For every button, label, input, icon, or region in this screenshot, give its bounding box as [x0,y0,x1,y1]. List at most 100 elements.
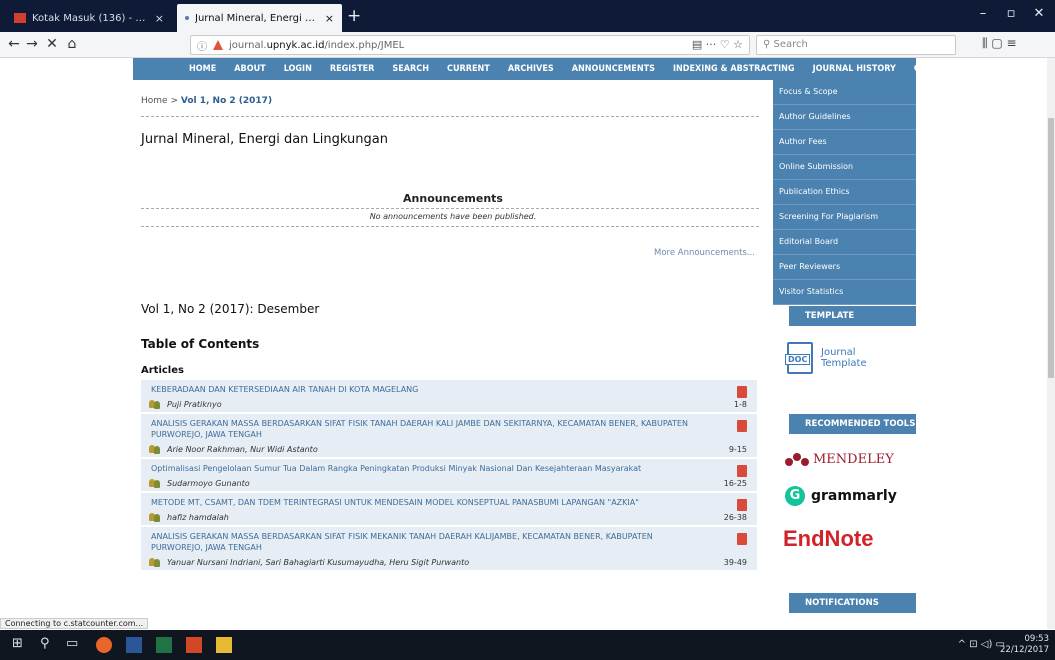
forward-button[interactable]: → [22,34,42,54]
template-heading: TEMPLATE [789,306,916,326]
system-tray[interactable]: ^ ⊡ ◁) ▭ [958,639,1005,650]
endnote-logo[interactable]: EndNote [783,526,873,552]
menu-item-login[interactable]: LOGIN [284,64,312,74]
article-row: METODE MT, CSAMT, DAN TDEM TERINTEGRASI … [141,493,757,527]
tab-title: Kotak Masuk (136) - saribk@gm [32,12,149,24]
article-row: Optimalisasi Pengelolaan Sumur Tua Dalam… [141,459,757,493]
authors-icon [149,478,161,488]
new-tab-button[interactable]: + [347,6,361,26]
menu-item-contact[interactable]: CONTACT [914,64,956,74]
browser-nav-bar: ← → ✕ ⌂ ⓘ journal.upnyk.ac.id/index.php/… [0,32,1055,58]
scrollbar-thumb[interactable] [1048,118,1054,378]
doc-file-icon: DOC [785,342,813,374]
powerpoint-icon[interactable] [186,637,202,653]
file-explorer-icon[interactable] [216,637,232,653]
menu-item-announcements[interactable]: ANNOUNCEMENTS [572,64,655,74]
sidebar-item-editorial-board[interactable]: Editorial Board [773,230,916,255]
breadcrumb-home[interactable]: Home [141,96,168,106]
article-pages: 16-25 [723,478,747,488]
word-icon[interactable] [126,637,142,653]
grammarly-logo[interactable]: G grammarly [785,486,897,506]
menu-item-register[interactable]: REGISTER [330,64,375,74]
page-scrollbar[interactable] [1047,58,1055,629]
menu-item-search[interactable]: SEARCH [392,64,429,74]
search-input[interactable]: ⚲ Search [756,35,956,55]
menu-item-about[interactable]: ABOUT [234,64,265,74]
close-window-button[interactable]: ✕ [1024,6,1054,21]
sidebar-item-author-fees[interactable]: Author Fees [773,130,916,155]
more-announcements-link[interactable]: More Announcements... [654,248,755,258]
close-tab-icon[interactable]: × [155,12,164,25]
article-pages: 1-8 [733,399,747,409]
mendeley-logo[interactable]: MENDELEY [785,452,894,467]
menu-item-home[interactable]: HOME [189,64,216,74]
divider [141,226,759,227]
gmail-icon [14,13,26,23]
search-icon[interactable]: ⚲ [40,636,50,651]
tab-jurnal[interactable]: Jurnal Mineral, Energi dan Ling × [177,4,342,32]
firefox-icon[interactable] [96,637,112,653]
excel-icon[interactable] [156,637,172,653]
close-tab-icon[interactable]: × [325,12,334,25]
breadcrumb: Home > Vol 1, No 2 (2017) [141,96,273,106]
article-title-link[interactable]: Optimalisasi Pengelolaan Sumur Tua Dalam… [141,459,757,474]
pdf-icon[interactable] [737,465,747,477]
clock[interactable]: 09:53 22/12/2017 [1000,634,1049,656]
info-icon[interactable]: ⓘ [197,38,207,53]
authors-icon [149,444,161,454]
article-title-link[interactable]: KEBERADAAN DAN KETERSEDIAAN AIR TANAH DI… [141,380,757,395]
pdf-icon[interactable] [737,499,747,511]
sidebar-item-focus-scope[interactable]: Focus & Scope [773,80,916,105]
minimize-button[interactable]: – [968,6,998,21]
sidebar-item-publication-ethics[interactable]: Publication Ethics [773,180,916,205]
menu-item-current[interactable]: CURRENT [447,64,490,74]
url-bar[interactable]: ⓘ journal.upnyk.ac.id/index.php/JMEL ▤ ·… [190,35,750,55]
url-text[interactable]: journal.upnyk.ac.id/index.php/JMEL [229,40,404,51]
windows-taskbar: ⊞ ⚲ ▭ ^ ⊡ ◁) ▭ 09:53 22/12/2017 [0,630,1055,660]
article-row: ANALISIS GERAKAN MASSA BERDASARKAN SIFAT… [141,414,757,459]
menu-item-journal-history[interactable]: JOURNAL HISTORY [813,64,896,74]
tab-gmail[interactable]: Kotak Masuk (136) - saribk@gm × [6,4,172,32]
pdf-icon[interactable] [737,386,747,398]
insecure-lock-icon[interactable] [213,40,223,50]
article-title-link[interactable]: METODE MT, CSAMT, DAN TDEM TERINTEGRASI … [141,493,757,508]
sidebar-nav: Focus & Scope Author Guidelines Author Fee… [773,80,916,305]
page-viewport: HOME ABOUT LOGIN REGISTER SEARCH CURRENT ARCHI… [0,58,1047,629]
browser-tab-bar: Kotak Masuk (136) - saribk@gm × Jurnal M… [0,0,1055,32]
article-pages: 26-38 [723,512,747,522]
journal-title: Jurnal Mineral, Energi dan Lingkungan [141,132,388,147]
article-title-link[interactable]: ANALISIS GERAKAN MASSA BERDASARKAN SIFAT… [141,527,757,553]
pdf-icon[interactable] [737,533,747,545]
status-bar: Connecting to c.statcounter.com... [0,618,149,629]
recommended-tools-heading: RECOMMENDED TOOLS [789,414,916,434]
library-sidebar-menu-icons[interactable]: ⫼ ▢ ≡ [982,36,1017,51]
article-authors: Yanuar Nursani Indriani, Sari Bahagiarti… [167,557,470,567]
article-list: KEBERADAAN DAN KETERSEDIAAN AIR TANAH DI… [141,380,757,572]
right-sidebar: Focus & Scope Author Guidelines Author Fee… [773,80,916,629]
mendeley-icon [785,452,809,467]
breadcrumb-current[interactable]: Vol 1, No 2 (2017) [181,96,272,106]
url-actions[interactable]: ▤ ··· ♡ ☆ [692,38,743,51]
article-row: ANALISIS GERAKAN MASSA BERDASARKAN SIFAT… [141,527,757,572]
sidebar-item-peer-reviewers[interactable]: Peer Reviewers [773,255,916,280]
menu-item-indexing-abstracting[interactable]: INDEXING & ABSTRACTING [673,64,795,74]
stop-button[interactable]: ✕ [42,34,62,54]
article-pages: 9-15 [728,444,747,454]
sidebar-item-author-guidelines[interactable]: Author Guidelines [773,105,916,130]
back-button[interactable]: ← [4,34,24,54]
grammarly-icon: G [785,486,805,506]
authors-icon [149,399,161,409]
main-content: Home > Vol 1, No 2 (2017) Jurnal Mineral… [133,80,773,629]
home-button[interactable]: ⌂ [62,34,82,54]
sidebar-item-online-submission[interactable]: Online Submission [773,155,916,180]
task-view-icon[interactable]: ▭ [66,636,78,651]
sidebar-item-visitor-statistics[interactable]: Visitor Statistics [773,280,916,305]
journal-template-link[interactable]: DOC Journal Template [785,342,867,374]
article-title-link[interactable]: ANALISIS GERAKAN MASSA BERDASARKAN SIFAT… [141,414,757,440]
sidebar-item-screening-for-plagiarism[interactable]: Screening For Plagiarism [773,205,916,230]
pdf-icon[interactable] [737,420,747,432]
authors-icon [149,512,161,522]
maximize-button[interactable]: ▫ [996,6,1026,21]
start-icon[interactable]: ⊞ [12,636,23,651]
menu-item-archives[interactable]: ARCHIVES [508,64,554,74]
